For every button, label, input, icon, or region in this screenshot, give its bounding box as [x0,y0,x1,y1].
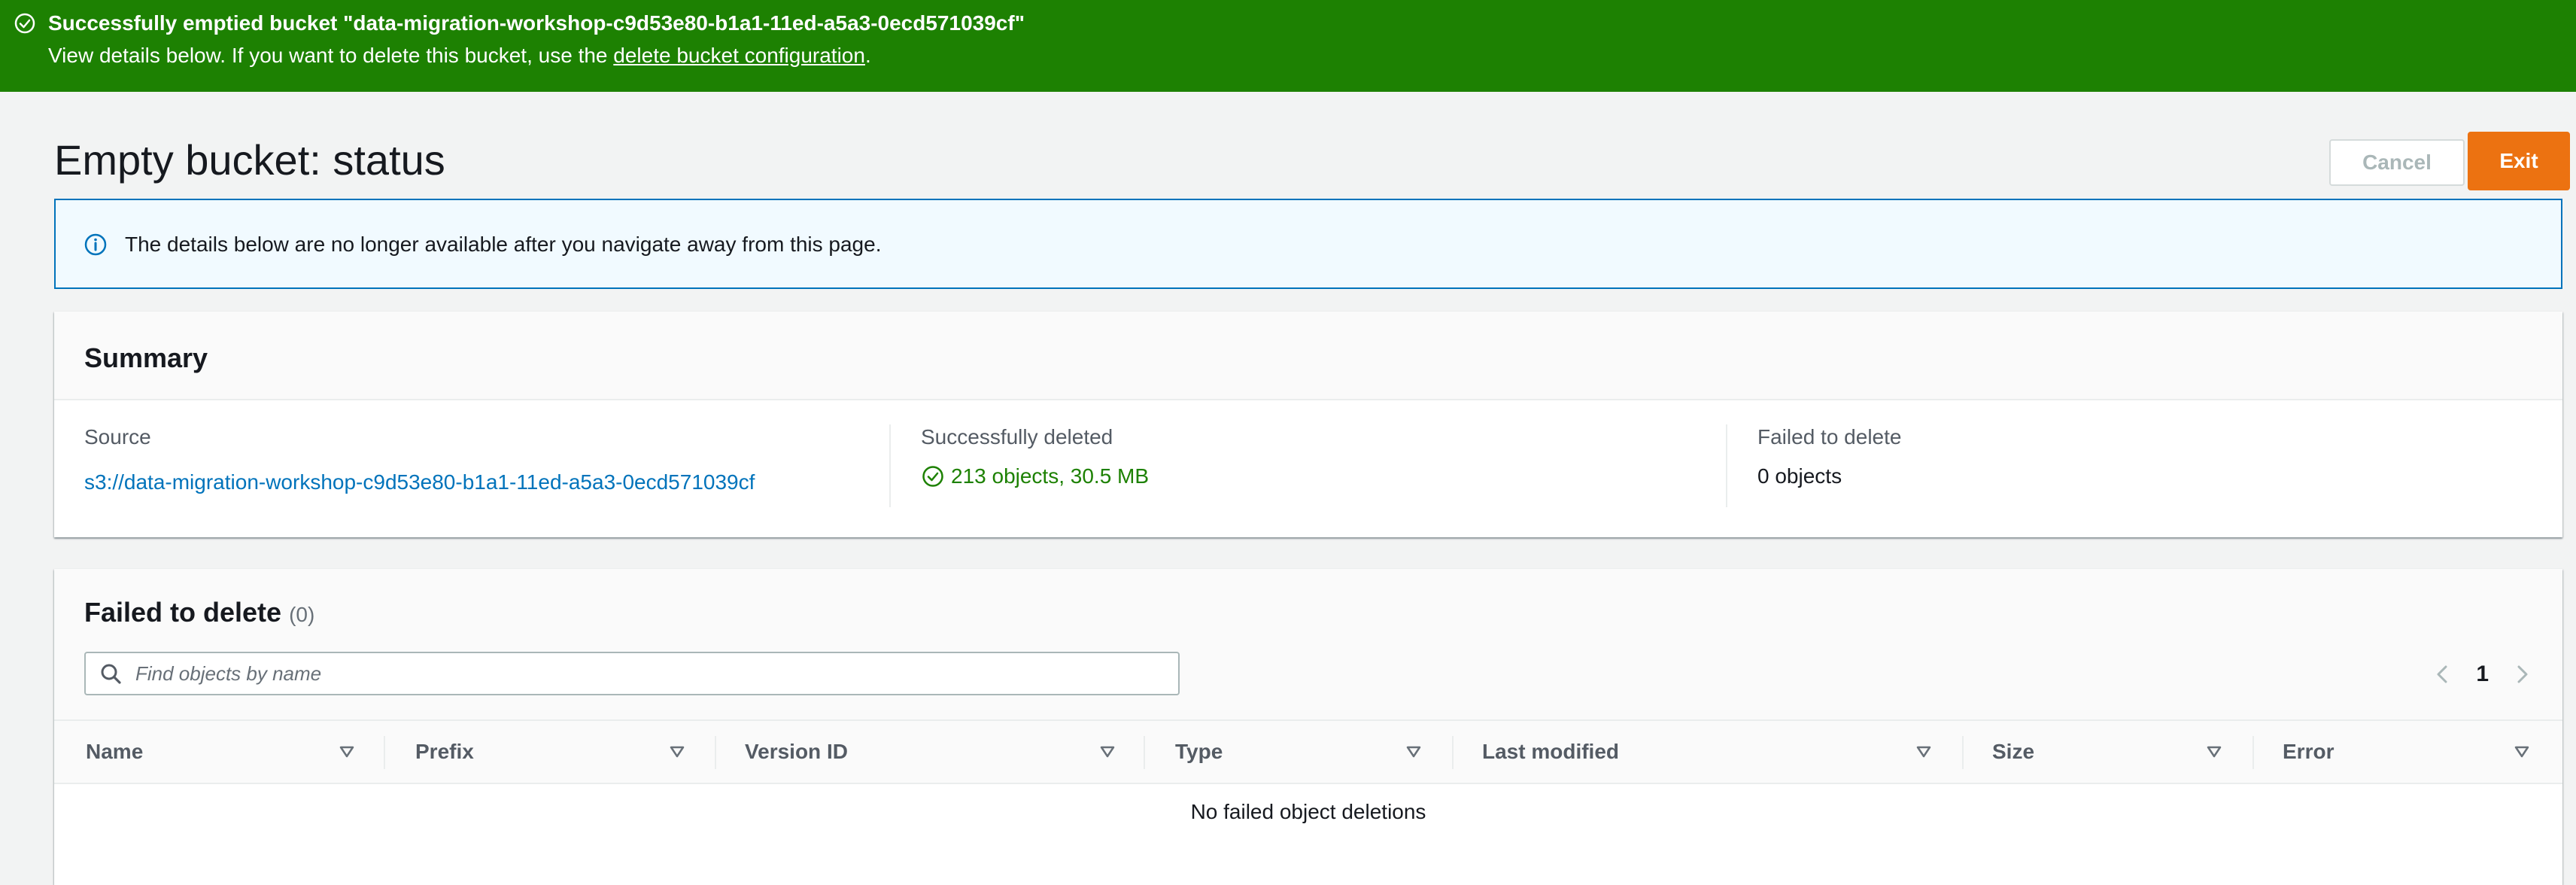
summary-header: Summary [54,312,2562,400]
column-label-error: Error [2283,740,2334,763]
check-circle-icon [14,13,35,34]
delete-bucket-configuration-link[interactable]: delete bucket configuration [613,44,865,67]
chevron-right-icon[interactable] [2511,664,2532,685]
column-label-version-id: Version ID [745,740,848,763]
success-check-icon [922,466,943,487]
deleted-value: 213 objects, 30.5 MB [921,464,1149,489]
source-link[interactable]: s3://data-migration-workshop-c9d53e80-b1… [84,470,755,495]
sort-icon [1100,746,1115,758]
sort-icon [2207,746,2222,758]
info-alert: The details below are no longer availabl… [54,199,2562,289]
source-label: Source [84,425,151,449]
pagination: 1 [2432,653,2532,695]
search-input[interactable] [134,659,1165,688]
success-flash-banner: Successfully emptied bucket "data-migrat… [0,0,2576,92]
failed-table-header: Failed to delete (0) 1 [54,569,2562,719]
deleted-label: Successfully deleted [921,425,1113,449]
page-title: Empty bucket: status [54,136,445,184]
column-header-type[interactable]: Type [1145,721,1452,784]
summary-title: Summary [84,342,208,373]
column-header-last-modified[interactable]: Last modified [1454,721,1962,784]
search-box [84,652,1180,695]
exit-button[interactable]: Exit [2468,132,2570,190]
info-icon [84,233,107,256]
sort-icon [2514,746,2529,758]
column-label-prefix: Prefix [415,740,474,763]
sort-icon [339,746,354,758]
sort-icon [670,746,685,758]
summary-failed: Failed to delete 0 objects [1726,424,2562,507]
summary-container: Summary Source s3://data-migration-works… [54,312,2562,537]
column-header-prefix[interactable]: Prefix [385,721,716,784]
column-label-last-modified: Last modified [1482,740,1620,763]
cancel-button[interactable]: Cancel [2329,139,2465,186]
column-header-version-id[interactable]: Version ID [716,721,1144,784]
flash-body: View details below. If you want to delet… [48,43,871,68]
deleted-value-text: 213 objects, 30.5 MB [951,464,1150,488]
failed-value: 0 objects [1757,464,1842,488]
column-header-size[interactable]: Size [1964,721,2252,784]
column-header-name[interactable]: Name [54,721,385,784]
flash-body-suffix: . [864,44,871,67]
failed-table-title: Failed to delete (0) [84,596,314,631]
flash-title: Successfully emptied bucket "data-migrat… [48,11,1025,35]
sort-icon [1406,746,1421,758]
column-label-type: Type [1175,740,1223,763]
page-number[interactable]: 1 [2476,661,2489,687]
column-header-error[interactable]: Error [2254,721,2562,784]
failed-count: (0) [289,603,315,626]
sort-icon [1916,746,1931,758]
column-label-size: Size [1992,740,2035,763]
summary-source: Source s3://data-migration-workshop-c9d5… [54,424,889,507]
chevron-left-icon[interactable] [2432,664,2453,685]
empty-table-message: No failed object deletions [1190,800,1426,823]
search-icon [101,664,121,684]
failed-table-container: Failed to delete (0) 1 Name Prefix [54,569,2562,885]
flash-body-text: View details below. If you want to delet… [48,44,614,67]
summary-deleted: Successfully deleted 213 objects, 30.5 M… [889,424,1726,507]
table-header-row: Name Prefix Version ID Type Last modifie… [54,719,2562,784]
info-text: The details below are no longer availabl… [125,233,882,256]
failed-title-text: Failed to delete [84,597,282,628]
column-label-name: Name [86,740,144,763]
failed-label: Failed to delete [1757,425,1902,449]
